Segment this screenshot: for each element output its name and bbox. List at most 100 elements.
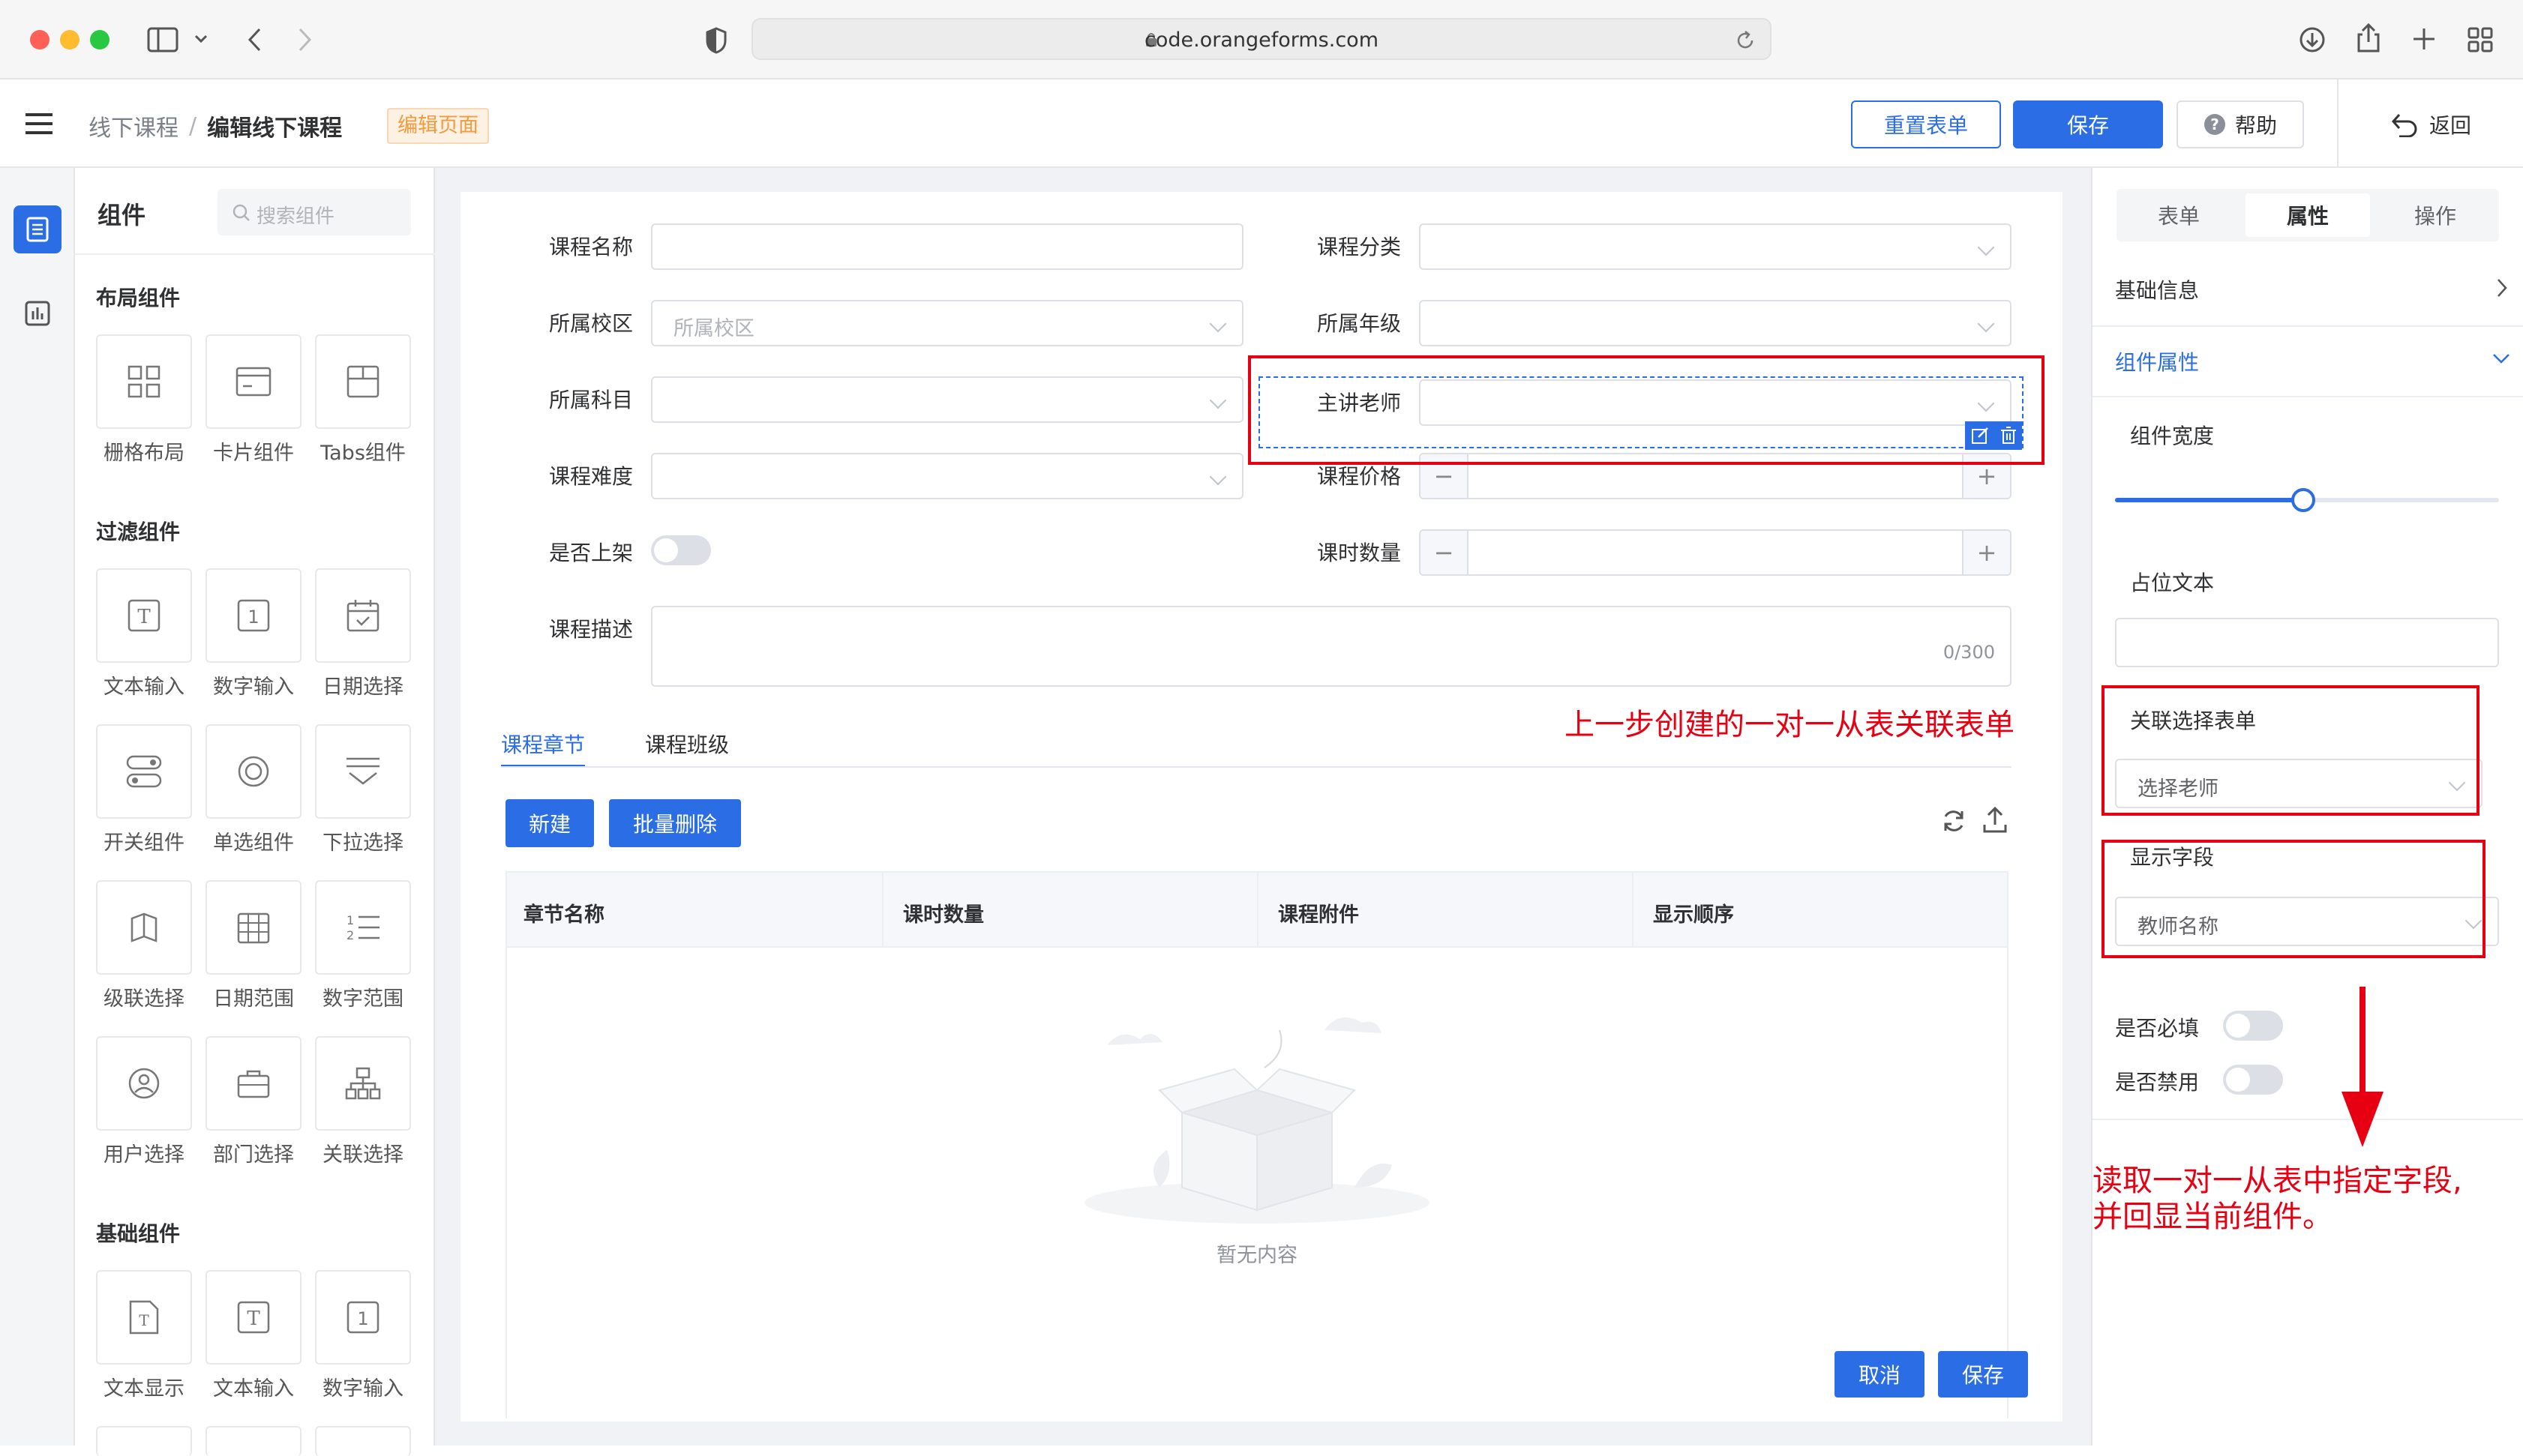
reload-icon[interactable] [1736, 30, 1756, 51]
rail-chart-button[interactable] [14, 289, 62, 337]
hours-increment-button[interactable]: + [1962, 531, 2010, 574]
tile-date-range[interactable] [206, 880, 302, 975]
placeholder-input[interactable] [2115, 618, 2499, 667]
tile-dropdown[interactable] [315, 724, 411, 819]
tile-label: 栅格布局 [104, 442, 184, 465]
browser-toolbar: code.orangeforms.com [0, 0, 2523, 79]
empty-box-illustration [1084, 1017, 1430, 1224]
disabled-toggle[interactable] [2223, 1065, 2283, 1095]
hours-stepper[interactable]: − + [1419, 529, 2012, 576]
tile-number-range[interactable]: 12 [315, 880, 411, 975]
section-divider [2092, 1119, 2523, 1120]
label-grade: 所属年级 [1316, 311, 1401, 336]
refresh-icon[interactable] [1941, 808, 1966, 834]
component-props-header[interactable]: 组件属性 [2115, 346, 2199, 376]
svg-text:T: T [139, 1311, 149, 1329]
tile-partial[interactable] [315, 1426, 411, 1456]
width-slider-thumb[interactable] [2290, 488, 2315, 512]
panel-divider [75, 253, 435, 255]
radio-icon [238, 756, 269, 787]
chevron-down-icon[interactable] [194, 33, 208, 45]
component-search-input[interactable]: 搜索组件 [218, 189, 411, 235]
disabled-label: 是否禁用 [2115, 1070, 2200, 1095]
address-bar[interactable]: code.orangeforms.com [752, 18, 1772, 60]
column-header[interactable]: 课时数量 [903, 898, 984, 927]
rail-components-button[interactable] [14, 205, 62, 253]
close-window-button[interactable] [30, 30, 50, 49]
column-divider [882, 873, 884, 948]
tab-classes[interactable]: 课程班级 [645, 729, 729, 759]
svg-text:1: 1 [248, 607, 259, 628]
annotation-note-2-line2: 并回显当前组件。 [2092, 1200, 2332, 1234]
tile-number-input-basic[interactable]: 1 [315, 1270, 411, 1365]
search-placeholder: 搜索组件 [256, 205, 335, 228]
tab-form[interactable]: 表单 [2116, 189, 2241, 241]
course-category-select[interactable] [1419, 223, 2012, 270]
save-button[interactable]: 保存 [2013, 100, 2163, 148]
tile-relation-select[interactable] [315, 1036, 411, 1131]
tile-cascader[interactable] [96, 880, 192, 975]
help-button[interactable]: ? 帮助 [2176, 100, 2304, 148]
tile-label: 文本输入 [213, 1377, 294, 1401]
column-header[interactable]: 显示顺序 [1653, 898, 1734, 927]
maximize-window-button[interactable] [90, 30, 110, 49]
cancel-button[interactable]: 取消 [1834, 1351, 1924, 1398]
chevron-right-icon[interactable] [2496, 277, 2508, 298]
tile-number-input[interactable]: 1 [206, 568, 302, 663]
download-icon[interactable] [2298, 25, 2326, 54]
breadcrumb-parent[interactable]: 线下课程 [88, 109, 178, 142]
reset-form-button[interactable]: 重置表单 [1851, 100, 2001, 148]
menu-icon[interactable] [26, 112, 52, 135]
tile-text-input-basic[interactable]: T [206, 1270, 302, 1365]
on-shelf-toggle[interactable] [651, 535, 711, 565]
export-icon[interactable] [1983, 807, 2007, 834]
tile-radio[interactable] [206, 724, 302, 819]
subject-select[interactable] [651, 376, 1244, 423]
share-icon[interactable] [2355, 22, 2382, 54]
basic-info-header[interactable]: 基础信息 [2115, 274, 2199, 304]
new-tab-icon[interactable] [2412, 27, 2436, 51]
tile-label: 日期选择 [322, 676, 404, 699]
tabs-divider [501, 766, 2012, 768]
minimize-window-button[interactable] [60, 30, 80, 49]
course-name-input[interactable] [651, 223, 1244, 270]
tab-properties[interactable]: 属性 [2246, 193, 2370, 237]
batch-delete-button[interactable]: 批量删除 [609, 799, 741, 847]
tab-overview-icon[interactable] [2468, 27, 2493, 52]
tile-switch[interactable] [96, 724, 192, 819]
difficulty-select[interactable] [651, 453, 1244, 499]
tile-card[interactable] [206, 334, 302, 429]
forward-arrow-icon[interactable] [297, 27, 314, 52]
tile-grid-layout[interactable] [96, 334, 192, 429]
tile-date-picker[interactable] [315, 568, 411, 663]
tab-chapters[interactable]: 课程章节 [501, 729, 585, 759]
required-toggle[interactable] [2223, 1011, 2283, 1041]
column-header[interactable]: 课程附件 [1278, 898, 1359, 927]
width-slider[interactable] [2115, 488, 2499, 512]
tile-partial[interactable] [96, 1426, 192, 1456]
tile-text-input[interactable]: T [96, 568, 192, 663]
chevron-down-icon[interactable] [2492, 352, 2511, 364]
number-icon: 1 [237, 599, 270, 632]
chevron-down-icon [1977, 238, 1995, 256]
grade-select[interactable] [1419, 300, 2012, 346]
label-description: 课程描述 [548, 617, 633, 642]
tile-user-select[interactable] [96, 1036, 192, 1131]
campus-select[interactable]: 所属校区 [651, 300, 1244, 346]
hours-decrement-button[interactable]: − [1420, 531, 1468, 574]
back-arrow-icon[interactable] [246, 27, 262, 52]
tile-tabs[interactable] [315, 334, 411, 429]
form-save-button[interactable]: 保存 [1938, 1351, 2028, 1398]
tile-text-display[interactable]: T [96, 1270, 192, 1365]
back-button[interactable]: 返回 [2378, 102, 2482, 147]
tile-dept-select[interactable] [206, 1036, 302, 1131]
sidebar-toggle-icon[interactable] [147, 27, 180, 52]
description-textarea[interactable]: 0/300 [651, 606, 2012, 687]
column-header[interactable]: 章节名称 [524, 898, 604, 927]
new-chapter-button[interactable]: 新建 [506, 799, 594, 847]
tab-actions[interactable]: 操作 [2373, 189, 2498, 241]
text-icon: T [128, 599, 160, 632]
app-header: 线下课程 / 编辑线下课程 编辑页面 重置表单 保存 ? 帮助 返回 [0, 79, 2523, 168]
shield-icon[interactable] [705, 27, 728, 54]
tile-partial[interactable] [206, 1426, 302, 1456]
